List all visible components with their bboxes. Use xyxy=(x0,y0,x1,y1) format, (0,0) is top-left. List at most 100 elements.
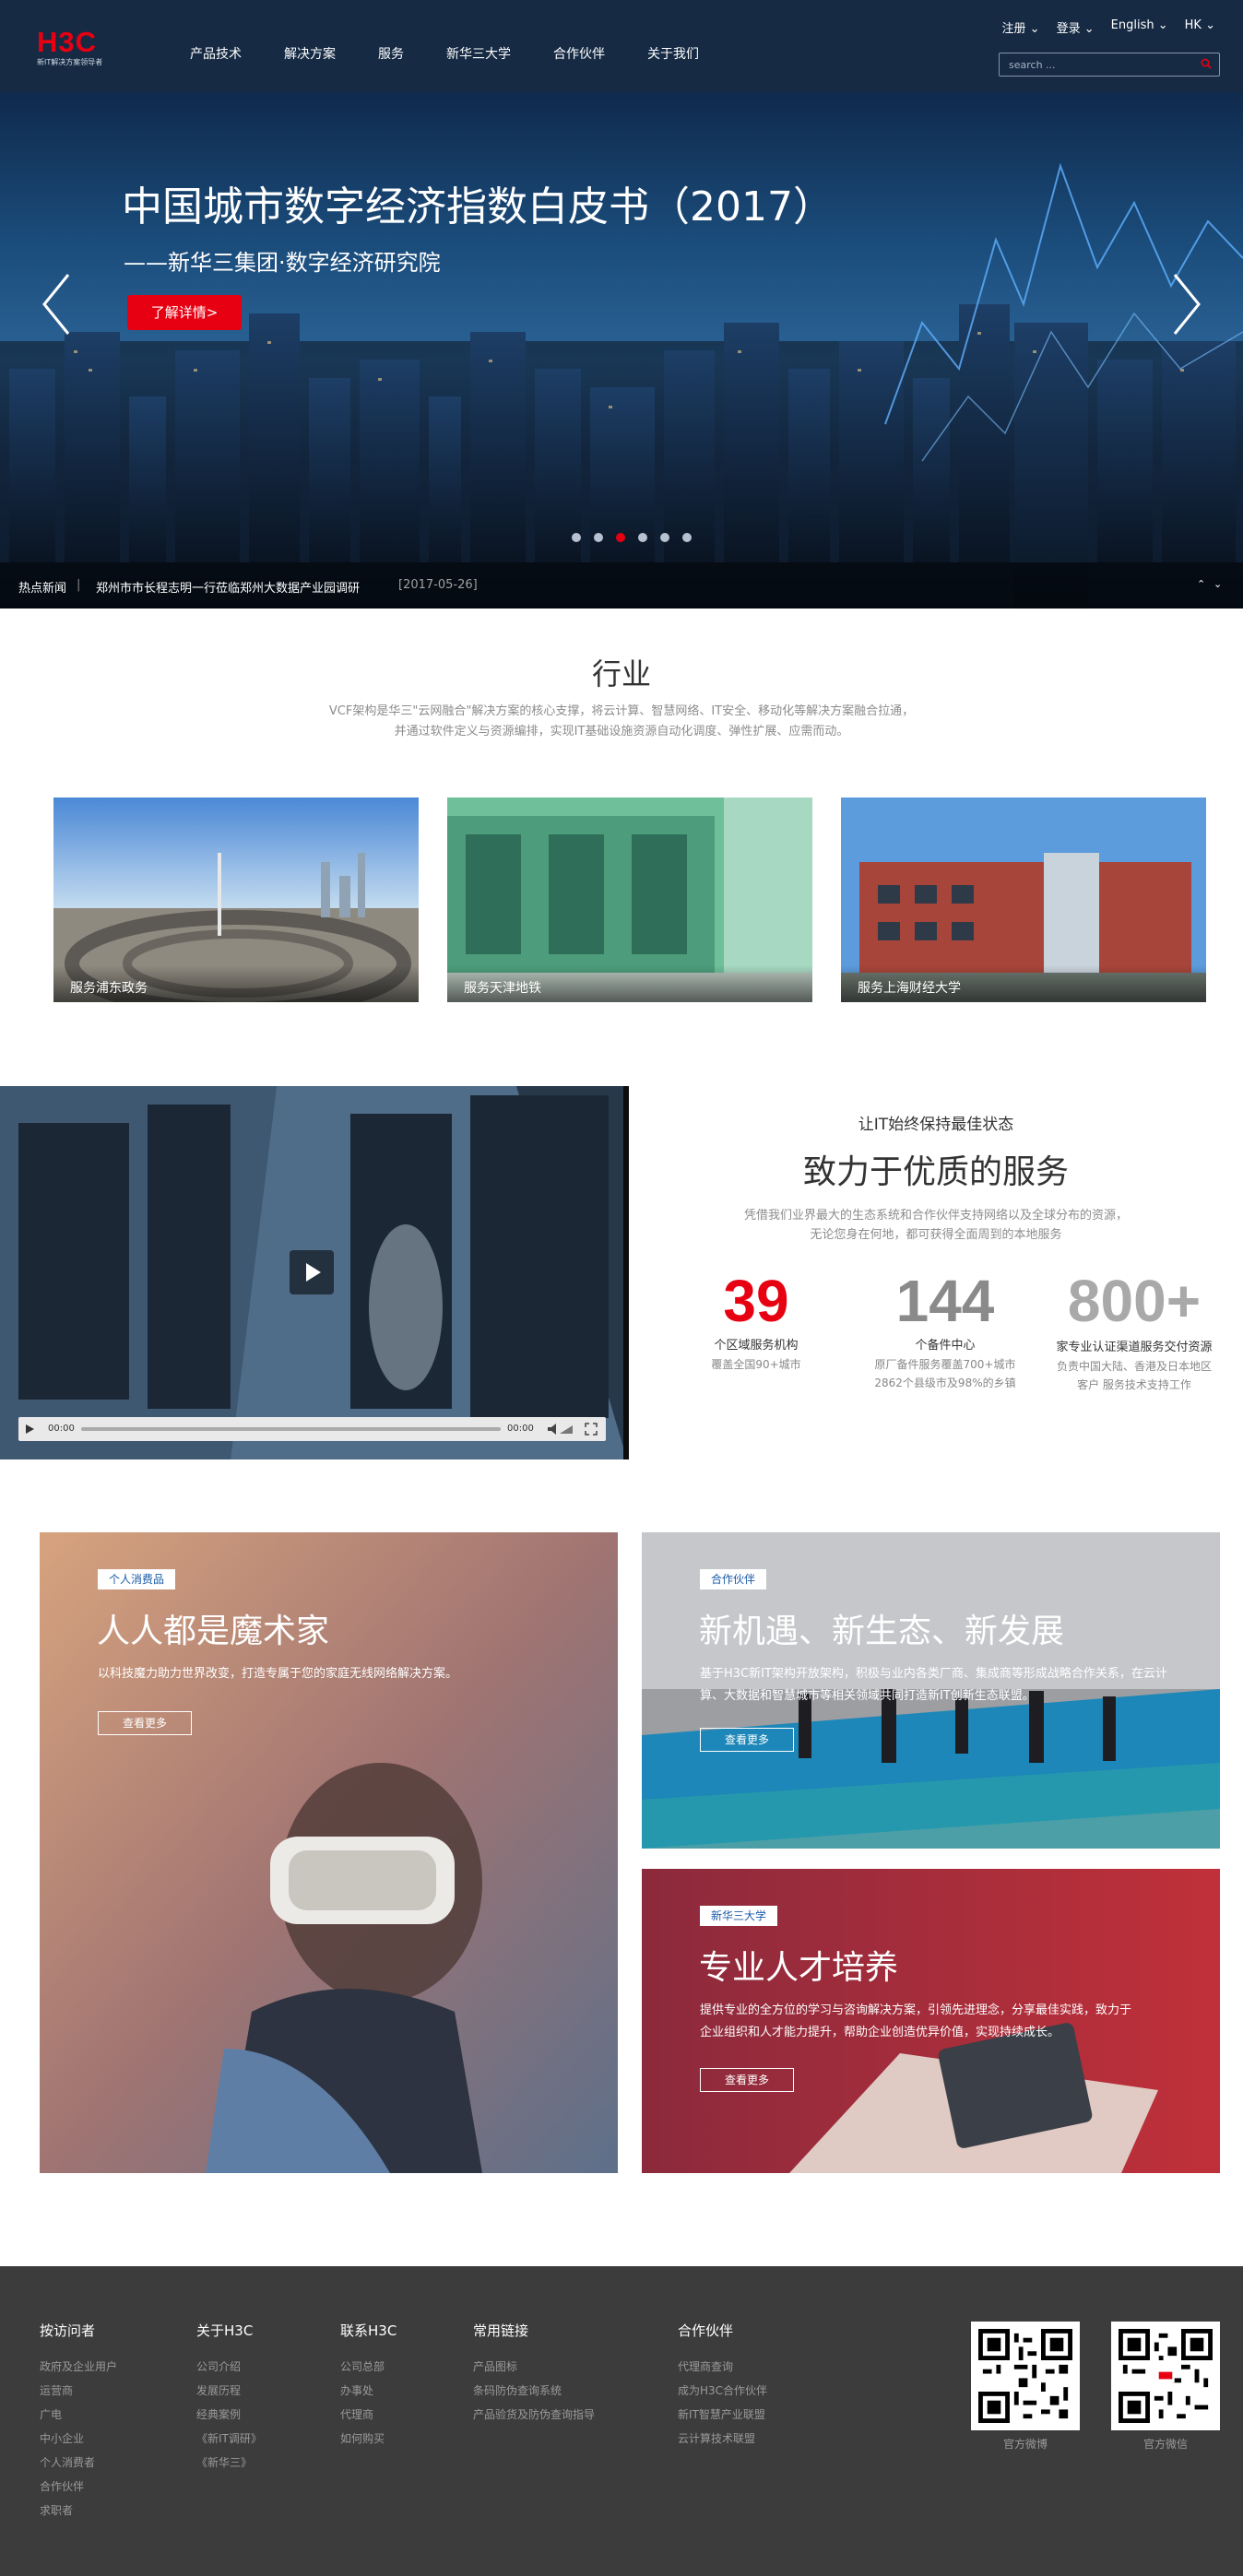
h3c-logo[interactable]: H3C 新IT解决方案领导者 xyxy=(37,28,134,68)
footer-col-links: 常用链接 产品图标 条码防伪查询系统 产品验货及防伪查询指导 xyxy=(473,2321,595,2427)
footer-link[interactable]: 代理商查询 xyxy=(678,2355,767,2379)
footer-link[interactable]: 经典案例 xyxy=(196,2403,262,2427)
carousel-dot[interactable] xyxy=(594,533,603,542)
card-caption: 服务天津地铁 xyxy=(447,965,812,1002)
carousel-dot[interactable] xyxy=(682,533,692,542)
qr-code-icon xyxy=(978,2329,1072,2423)
logo-mark: H3C xyxy=(37,26,98,58)
weibo-qr-code xyxy=(971,2322,1080,2430)
industry-card-sufe[interactable]: 服务上海财经大学 xyxy=(841,798,1206,1002)
video-time-total: 00:00 xyxy=(507,1424,534,1434)
search-icon[interactable] xyxy=(1201,58,1212,69)
footer-link[interactable]: 《新IT调研》 xyxy=(196,2427,262,2451)
nav-item-service[interactable]: 服务 xyxy=(378,44,404,63)
footer-col-about: 关于H3C 公司介绍 发展历程 经典案例 《新IT调研》 《新华三》 xyxy=(196,2321,262,2475)
chevron-down-icon: ⌄ xyxy=(1029,22,1040,36)
chevron-down-icon: ⌄ xyxy=(1157,18,1168,32)
chevron-right-icon[interactable] xyxy=(1169,267,1206,341)
footer-link[interactable]: 合作伙伴 xyxy=(40,2475,117,2499)
volume-icon[interactable] xyxy=(547,1423,574,1436)
promo-university[interactable]: 新华三大学 专业人才培养 提供专业的全方位的学习与咨询解决方案，引领先进理念，分… xyxy=(642,1869,1220,2173)
qr-caption-wechat: 官方微信 xyxy=(1142,2438,1188,2451)
footer-link[interactable]: 公司介绍 xyxy=(196,2355,262,2379)
view-more-button[interactable]: 查看更多 xyxy=(700,1728,794,1752)
login-link[interactable]: 登录 ⌄ xyxy=(1057,18,1095,36)
service-desc-line1: 凭借我们业界最大的生态系统和合作伙伴支持网络以及全球分布的资源， xyxy=(743,1209,1128,1223)
stat-sub-channels-1: 负责中国大陆、香港及日本地区 xyxy=(1056,1360,1212,1373)
footer-col-title: 合作伙伴 xyxy=(678,2322,734,2339)
region-select[interactable]: HK ⌄ xyxy=(1185,18,1215,36)
stat-sub-channels-2: 客户 服务技术支持工作 xyxy=(1077,1378,1191,1391)
news-link[interactable]: 郑州市市长程志明一行莅临郑州大数据产业园调研 xyxy=(96,578,360,596)
card-caption: 服务浦东政务 xyxy=(53,965,419,1002)
footer-link[interactable]: 个人消费者 xyxy=(40,2451,117,2475)
carousel-dot[interactable] xyxy=(616,533,625,542)
footer-link[interactable]: 《新华三》 xyxy=(196,2451,262,2475)
register-label: 注册 xyxy=(1001,22,1026,36)
footer-link[interactable]: 求职者 xyxy=(40,2499,117,2523)
carousel-dot[interactable] xyxy=(638,533,647,542)
promo-partners[interactable]: 合作伙伴 新机遇、新生态、新发展 基于H3C新IT架构开放架构，积极与业内各类厂… xyxy=(642,1532,1220,1849)
footer-link[interactable]: 政府及企业用户 xyxy=(40,2355,117,2379)
stat-label-spares: 个备件中心 xyxy=(915,1339,976,1353)
carousel-dot[interactable] xyxy=(572,533,581,542)
nav-item-products[interactable]: 产品技术 xyxy=(190,44,242,63)
news-date: [2017-05-26] xyxy=(398,578,478,592)
footer-col-partners: 合作伙伴 代理商查询 成为H3C合作伙伴 新IT智慧产业联盟 云计算技术联盟 xyxy=(678,2321,767,2451)
footer-link[interactable]: 公司总部 xyxy=(340,2355,397,2379)
industry-card-tianjin-metro[interactable]: 服务天津地铁 xyxy=(447,798,812,1002)
footer-link[interactable]: 发展历程 xyxy=(196,2379,262,2403)
service-title: 致力于优质的服务 xyxy=(802,1153,1069,1191)
footer-link[interactable]: 中小企业 xyxy=(40,2427,117,2451)
nav-item-about[interactable]: 关于我们 xyxy=(647,44,699,63)
footer-link[interactable]: 成为H3C合作伙伴 xyxy=(678,2379,767,2403)
promo-text-line2: 企业组织和人才能力提升，帮助企业创造优异价值，实现持续成长。 xyxy=(700,2026,1060,2039)
stat-sub-spares-2: 2862个县级市及98%的乡镇 xyxy=(874,1377,1016,1389)
promo-badge: 合作伙伴 xyxy=(700,1569,767,1589)
language-label: English xyxy=(1110,18,1154,32)
footer-link[interactable]: 广电 xyxy=(40,2403,117,2427)
video-progress-bar[interactable] xyxy=(81,1427,501,1431)
footer-link[interactable]: 条码防伪查询系统 xyxy=(473,2379,595,2403)
search-input[interactable] xyxy=(1009,57,1193,72)
footer-col-title: 联系H3C xyxy=(340,2322,397,2339)
nav-item-solutions[interactable]: 解决方案 xyxy=(284,44,336,63)
footer-link[interactable]: 产品验货及防伪查询指导 xyxy=(473,2403,595,2427)
footer-link[interactable]: 产品图标 xyxy=(473,2355,595,2379)
nav-item-university[interactable]: 新华三大学 xyxy=(446,44,511,63)
qr-code-icon xyxy=(1119,2329,1213,2423)
chevron-up-icon[interactable]: ⌃ xyxy=(1197,578,1205,590)
chevron-down-icon[interactable]: ⌄ xyxy=(1213,578,1222,590)
hero-details-button[interactable]: 了解详情> xyxy=(127,295,242,330)
language-select[interactable]: English ⌄ xyxy=(1111,18,1168,36)
footer-link[interactable]: 如何购买 xyxy=(340,2427,397,2451)
register-link[interactable]: 注册 ⌄ xyxy=(1002,18,1040,36)
chevron-left-icon[interactable] xyxy=(37,267,74,341)
stat-value-regions: 39 xyxy=(723,1268,789,1334)
promo-title: 新机遇、新生态、新发展 xyxy=(699,1613,1065,1650)
footer-link[interactable]: 云计算技术联盟 xyxy=(678,2427,767,2451)
footer-link[interactable]: 运营商 xyxy=(40,2379,117,2403)
play-overlay-button[interactable] xyxy=(290,1250,334,1294)
stat-sub-regions: 覆盖全国90+城市 xyxy=(711,1358,801,1371)
footer-link[interactable]: 新IT智慧产业联盟 xyxy=(678,2403,767,2427)
chevron-down-icon: ⌄ xyxy=(1083,22,1095,36)
view-more-button[interactable]: 查看更多 xyxy=(700,2068,794,2092)
site-header: H3C 新IT解决方案领导者 产品技术 解决方案 服务 新华三大学 合作伙伴 关… xyxy=(0,0,1243,92)
carousel-dot[interactable] xyxy=(660,533,669,542)
industry-card-pudong[interactable]: 服务浦东政务 xyxy=(53,798,419,1002)
nav-item-partners[interactable]: 合作伙伴 xyxy=(553,44,605,63)
footer-link[interactable]: 办事处 xyxy=(340,2379,397,2403)
play-icon[interactable] xyxy=(24,1424,35,1435)
footer-link[interactable]: 代理商 xyxy=(340,2403,397,2427)
stat-value-channels: 800+ xyxy=(1067,1268,1202,1334)
promo-consumer[interactable]: 个人消费品 人人都是魔术家 以科技魔力助力世界改变，打造专属于您的家庭无线网络解… xyxy=(40,1532,618,2173)
service-desc-line2: 无论您身在何地，都可获得全面周到的本地服务 xyxy=(810,1228,1062,1242)
service-video[interactable] xyxy=(0,1086,629,1459)
view-more-button[interactable]: 查看更多 xyxy=(98,1711,192,1735)
hero-subtitle: ——新华三集团·数字经济研究院 xyxy=(124,250,441,276)
carousel-dots xyxy=(572,533,692,542)
video-time-current: 00:00 xyxy=(48,1424,75,1434)
promo-title: 专业人才培养 xyxy=(699,1949,899,1987)
fullscreen-icon[interactable] xyxy=(585,1423,598,1436)
